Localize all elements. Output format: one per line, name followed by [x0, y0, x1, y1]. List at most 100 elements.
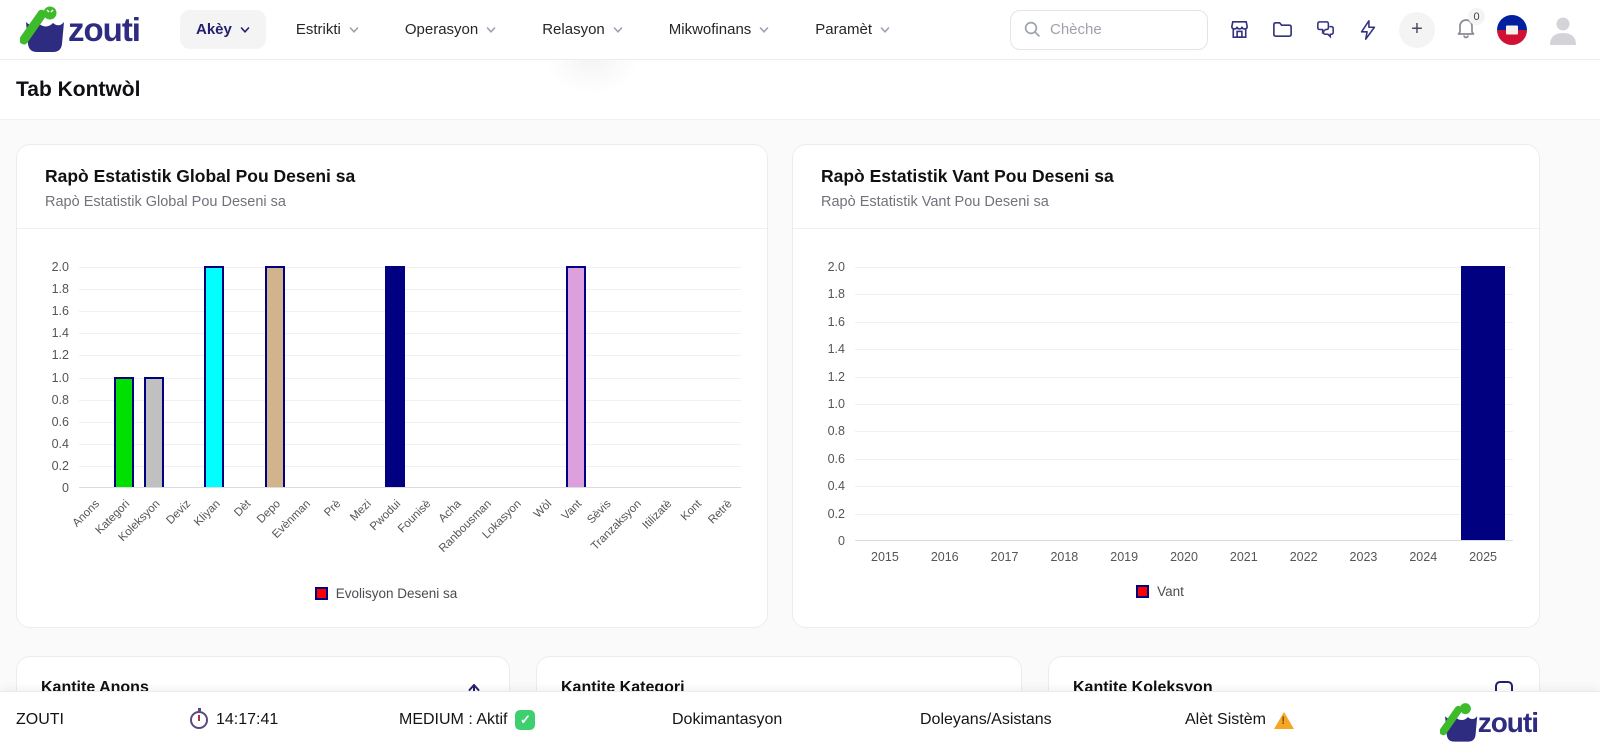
logo-wordmark: zouti	[68, 11, 140, 49]
dropdown-shadow	[545, 60, 640, 94]
chart-subtitle: Rapò Estatistik Vant Pou Deseni sa	[821, 194, 1511, 210]
chevron-down-icon	[759, 25, 769, 35]
x-tick-label: 2023	[1350, 550, 1378, 564]
footer-logo: zouti	[1440, 702, 1538, 744]
sales-stats-chart: 2.01.81.61.41.21.00.80.60.40.20201520162…	[793, 229, 1539, 599]
nav-label: Mikwofinans	[669, 21, 752, 38]
chevron-down-icon	[349, 25, 359, 35]
y-tick-label: 1.0	[828, 397, 845, 411]
x-tick-label: Kliyan	[192, 498, 223, 529]
footer-link-documentation[interactable]: Dokimantasyon	[672, 706, 782, 734]
bolt-icon[interactable]	[1356, 18, 1380, 42]
y-tick-label: 0.2	[52, 459, 69, 473]
x-tick-label: 2016	[931, 550, 959, 564]
y-tick-label: 0.8	[52, 393, 69, 407]
zouti-logo-icon	[20, 6, 72, 54]
haiti-flag-icon[interactable]	[1497, 15, 1527, 45]
legend-swatch	[1136, 585, 1149, 598]
x-tick-label: 2018	[1050, 550, 1078, 564]
y-tick-label: 0.2	[828, 507, 845, 521]
y-tick-label: 0.4	[52, 437, 69, 451]
chart-legend: Vant	[807, 584, 1513, 599]
page-title-strip: Tab Kontwòl	[0, 60, 1600, 120]
chart-subtitle: Rapò Estatistik Global Pou Deseni sa	[45, 194, 739, 210]
legend-label: Evolisyon Deseni sa	[336, 586, 458, 601]
folder-icon[interactable]	[1270, 18, 1294, 42]
x-tick-label: 2025	[1469, 550, 1497, 564]
y-tick-label: 0.8	[828, 424, 845, 438]
x-tick-label: Wòl	[531, 498, 553, 520]
bar-vant	[566, 266, 586, 487]
footer-status: MEDIUM : Aktif ✓	[399, 706, 535, 734]
y-tick-label: 0.4	[828, 479, 845, 493]
add-button[interactable]: +	[1399, 12, 1435, 48]
y-tick-label: 0	[838, 534, 845, 548]
avatar[interactable]	[1546, 13, 1580, 47]
main-nav: Akèy Estrikti Operasyon Relasyon Mikwofinans…	[180, 10, 906, 49]
stopwatch-icon	[190, 711, 208, 729]
x-tick-label: Founisè	[396, 498, 433, 535]
nav-label: Operasyon	[405, 21, 478, 38]
x-tick-label: Vant	[559, 498, 584, 523]
plot-area	[79, 267, 741, 488]
footer-clock: 14:17:41	[190, 706, 278, 734]
y-tick-label: 0	[62, 481, 69, 495]
y-tick-label: 2.0	[52, 260, 69, 274]
bar-kliyan	[204, 266, 224, 487]
warning-icon	[1274, 712, 1294, 729]
top-navbar: zouti Akèy Estrikti Operasyon Relasyon Mikwo…	[0, 0, 1600, 60]
y-tick-label: 1.8	[828, 287, 845, 301]
nav-label: Paramèt	[815, 21, 872, 38]
search-input-wrap[interactable]	[1010, 10, 1208, 50]
chart-title: Rapò Estatistik Global Pou Deseni sa	[45, 166, 739, 187]
y-tick-label: 1.4	[828, 342, 845, 356]
chart-title: Rapò Estatistik Vant Pou Deseni sa	[821, 166, 1511, 187]
app-logo[interactable]: zouti	[20, 6, 140, 54]
nav-item-aky[interactable]: Akèy	[180, 10, 266, 49]
footer-link-support[interactable]: Doleyans/Asistans	[920, 706, 1052, 734]
legend-swatch	[315, 587, 328, 600]
check-icon: ✓	[515, 710, 535, 730]
bar-2025	[1461, 266, 1505, 540]
chevron-down-icon	[880, 25, 890, 35]
x-tick-label: Mezi	[348, 498, 374, 524]
nav-item-mikwofinans[interactable]: Mikwofinans	[653, 10, 786, 49]
y-tick-label: 1.8	[52, 282, 69, 296]
x-tick-label: Retrè	[706, 498, 734, 526]
nav-label: Estrikti	[296, 21, 341, 38]
x-tick-label: Deviz	[164, 498, 193, 527]
chevron-down-icon	[613, 25, 623, 35]
bar-kategori	[114, 377, 134, 488]
nav-item-estrikti[interactable]: Estrikti	[280, 10, 375, 49]
plot-area	[855, 267, 1513, 541]
y-tick-label: 1.2	[52, 348, 69, 362]
x-tick-label: Dèt	[232, 498, 253, 519]
nav-item-paramt[interactable]: Paramèt	[799, 10, 906, 49]
search-icon	[1024, 21, 1041, 38]
x-tick-label: 2015	[871, 550, 899, 564]
x-tick-label: 2024	[1409, 550, 1437, 564]
global-stats-chart: 2.01.81.61.41.21.00.80.60.40.20AnonsKate…	[17, 229, 767, 601]
x-tick-label: 2021	[1230, 550, 1258, 564]
y-tick-label: 1.6	[52, 304, 69, 318]
nav-item-relasyon[interactable]: Relasyon	[526, 10, 639, 49]
x-tick-label: 2017	[991, 550, 1019, 564]
sales-stats-card: Rapò Estatistik Vant Pou Deseni sa Rapò …	[792, 144, 1540, 628]
y-tick-label: 0.6	[52, 415, 69, 429]
nav-label: Akèy	[196, 21, 232, 38]
x-tick-label: Kont	[679, 498, 704, 523]
footer-status-text: MEDIUM : Aktif	[399, 711, 507, 729]
y-tick-label: 1.0	[52, 371, 69, 385]
search-input[interactable]	[1050, 21, 1170, 38]
nav-item-operasyon[interactable]: Operasyon	[389, 10, 512, 49]
storefront-icon[interactable]	[1227, 18, 1251, 42]
footer-time: 14:17:41	[216, 711, 278, 729]
y-tick-label: 1.4	[52, 326, 69, 340]
footer-link-system-alert[interactable]: Alèt Sistèm	[1185, 706, 1294, 734]
chart-legend: Evolisyon Deseni sa	[31, 586, 741, 601]
chat-icon[interactable]	[1313, 18, 1337, 42]
y-tick-label: 1.6	[828, 315, 845, 329]
x-tick-label: Prè	[322, 498, 343, 519]
notifications-bell[interactable]: 0	[1454, 15, 1478, 44]
x-tick-label: Itilizatè	[640, 498, 674, 532]
